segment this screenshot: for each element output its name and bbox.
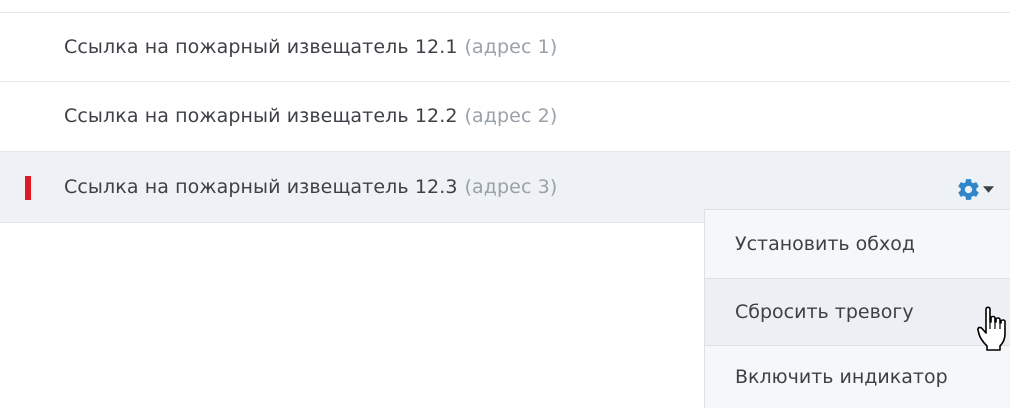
row-label: Ссылка на пожарный извещатель 12.1 (адре… [64,13,557,81]
menu-item-set-bypass[interactable]: Установить обход [705,210,1010,278]
row-label: Ссылка на пожарный извещатель 12.2 (адре… [64,82,557,150]
alarm-indicator [25,176,31,200]
row-name: Ссылка на пожарный извещатель 12.2 [64,105,458,127]
menu-item-reset-alarm[interactable]: Сбросить тревогу [705,278,1010,346]
list-item[interactable]: Ссылка на пожарный извещатель 12.2 (адре… [0,81,1010,150]
row-address: (адрес 1) [464,36,558,58]
chevron-down-icon [983,185,994,193]
row-name: Ссылка на пожарный извещатель 12.1 [64,36,458,58]
row-address: (адрес 2) [464,105,558,127]
row-address: (адрес 3) [464,176,558,198]
row-name: Ссылка на пожарный извещатель 12.3 [64,176,458,198]
menu-item-enable-indicator[interactable]: Включить индикатор [705,346,1010,408]
gear-icon [958,178,979,200]
list-item[interactable]: Ссылка на пожарный извещатель 12.1 (адре… [0,12,1010,81]
actions-dropdown-menu: Установить обход Сбросить тревогу Включи… [704,209,1010,408]
row-label: Ссылка на пожарный извещатель 12.3 (адре… [64,152,557,222]
actions-menu-button[interactable] [956,174,1008,204]
